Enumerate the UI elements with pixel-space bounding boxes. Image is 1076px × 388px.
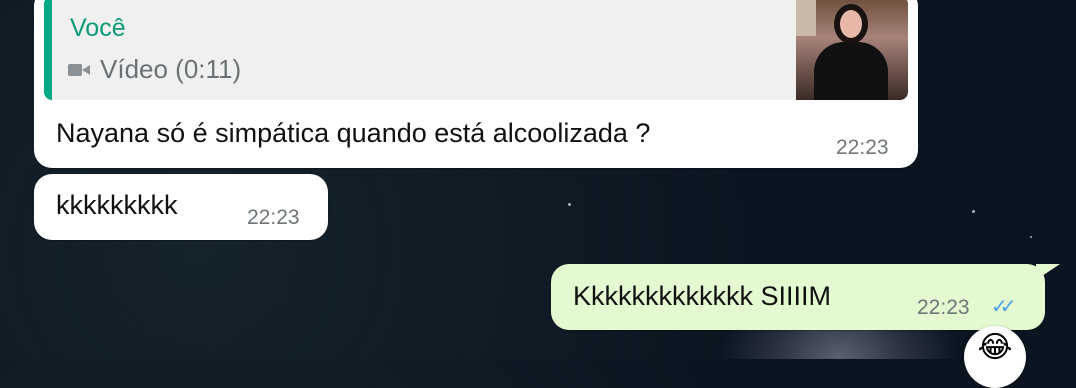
reaction-button[interactable]: 😂 xyxy=(964,326,1026,388)
quoted-message[interactable]: Você Vídeo (0:11) xyxy=(44,0,908,100)
video-thumbnail[interactable] xyxy=(796,0,908,100)
quote-media-line: Vídeo (0:11) xyxy=(68,54,241,85)
background-star xyxy=(972,210,975,213)
message-bubble-incoming[interactable]: Você Vídeo (0:11) Nayana só é simpática … xyxy=(34,0,918,168)
quote-media-label: Vídeo (0:11) xyxy=(100,54,242,84)
message-bubble-outgoing[interactable]: Kkkkkkkkkkkkk SIIIIM 22:23 ✓✓ xyxy=(551,264,1045,330)
message-time: 22:23 xyxy=(917,296,970,319)
message-text: kkkkkkkkk xyxy=(56,190,178,220)
message-time: 22:23 xyxy=(247,206,300,229)
message-text: Kkkkkkkkkkkkk SIIIIM xyxy=(573,281,832,311)
message-bubble-incoming[interactable]: kkkkkkkkk 22:23 xyxy=(34,174,328,240)
tears-of-joy-emoji-icon: 😂 xyxy=(977,331,1013,364)
background-star xyxy=(1030,236,1032,238)
message-time: 22:23 xyxy=(836,136,889,159)
quote-author: Você xyxy=(70,14,126,42)
message-text: Nayana só é simpática quando está alcool… xyxy=(56,118,651,148)
double-check-icon: ✓✓ xyxy=(991,296,1016,318)
video-icon xyxy=(68,62,90,78)
background-star xyxy=(568,203,571,206)
quote-accent-bar xyxy=(44,0,52,100)
